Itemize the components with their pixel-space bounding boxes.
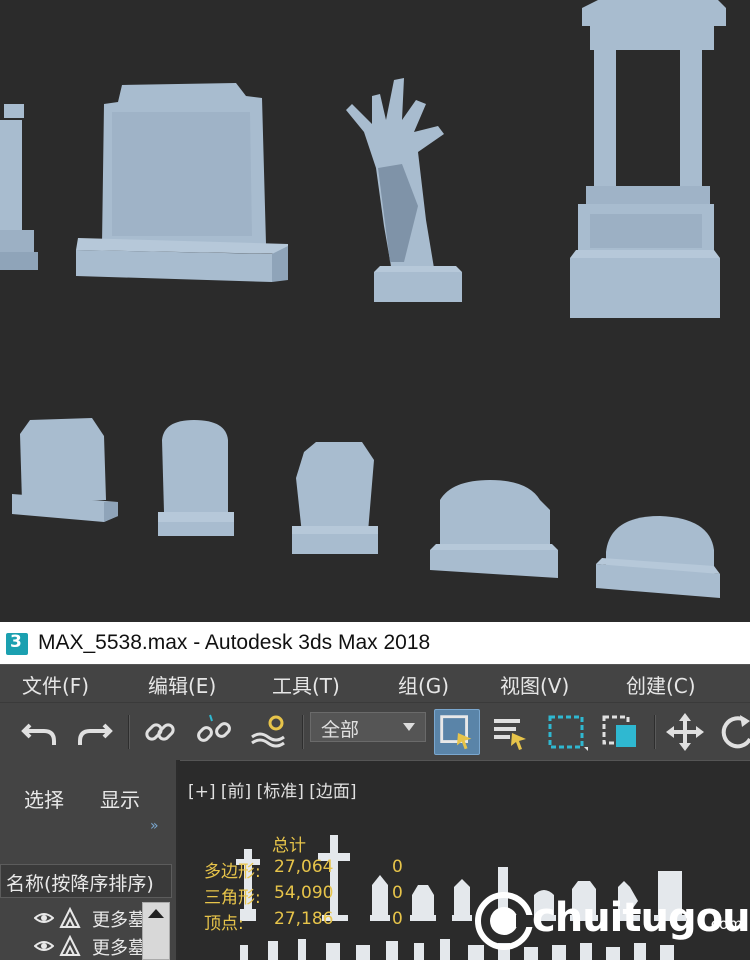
watermark-logo-icon — [475, 892, 534, 950]
tombstone-render — [0, 0, 726, 598]
teapot-object-icon — [59, 907, 81, 928]
list-item-label: 更多墓碑 — [92, 910, 142, 931]
stats-polygons-value: 27,064 — [274, 857, 334, 877]
scrollbar[interactable] — [142, 902, 170, 960]
move-icon[interactable] — [664, 711, 706, 753]
main-toolbar: 全部 — [0, 702, 750, 760]
eye-icon[interactable] — [34, 936, 54, 956]
zombie-hand-statue — [346, 78, 462, 302]
unlink-icon[interactable] — [194, 711, 236, 753]
stats-header: 总计 — [272, 836, 306, 856]
selection-filter-dropdown[interactable]: 全部 — [310, 712, 426, 742]
watermark: chuitugou .com — [468, 881, 750, 960]
tab-display[interactable]: 显示 — [100, 784, 140, 813]
front-viewport[interactable]: [+] [前] [标准] [边面] 总计 多边形: 27,064 0 三角形: … — [180, 760, 750, 960]
selection-filter-value: 全部 — [321, 719, 360, 741]
scroll-up-icon[interactable] — [148, 909, 164, 918]
stats-triangles-selected: 0 — [392, 883, 403, 903]
pillar-monument — [570, 0, 726, 318]
menu-tools[interactable]: 工具(T) — [272, 670, 340, 699]
bind-to-space-warp-icon[interactable] — [248, 711, 290, 753]
stats-vertices-label: 顶点: — [204, 914, 244, 934]
menu-views[interactable]: 视图(V) — [500, 670, 569, 699]
link-icon[interactable] — [140, 711, 182, 753]
large-tombstone — [76, 83, 288, 282]
expand-panel-icon[interactable]: » — [150, 818, 159, 834]
eye-icon[interactable] — [34, 908, 54, 928]
chevron-down-icon — [403, 723, 415, 731]
small-tombstone-2 — [158, 420, 234, 536]
small-tombstone-3 — [292, 442, 378, 554]
tab-select[interactable]: 选择 — [24, 784, 64, 813]
list-item-label: 更多墓碑 — [92, 938, 142, 959]
window-crossing-icon[interactable] — [600, 711, 642, 753]
stats-triangles-value: 54,090 — [274, 883, 334, 903]
stats-polygons-label: 多边形: — [204, 862, 261, 882]
small-tombstone-4 — [430, 480, 558, 578]
toolbar-separator — [654, 715, 656, 749]
menu-edit[interactable]: 编辑(E) — [148, 670, 216, 699]
small-tombstone-1 — [12, 418, 118, 522]
teapot-object-icon — [59, 935, 81, 956]
app-icon-number: 3 — [10, 632, 22, 652]
window-title: MAX_5538.max - Autodesk 3ds Max 2018 — [38, 631, 431, 654]
menu-create[interactable]: 创建(C) — [626, 670, 696, 699]
stats-vertices-value: 27,186 — [274, 909, 334, 929]
select-object-icon[interactable] — [434, 709, 480, 755]
rectangular-selection-region-icon[interactable] — [546, 711, 588, 753]
stats-polygons-selected: 0 — [392, 857, 403, 877]
toolbar-separator — [302, 715, 304, 749]
stats-triangles-label: 三角形: — [204, 888, 261, 908]
name-column-header-label: 名称(按降序排序) — [6, 873, 154, 895]
redo-icon[interactable] — [74, 711, 116, 753]
3dsmax-app-icon: 3 — [6, 631, 28, 655]
rotate-icon[interactable] — [718, 711, 750, 753]
stats-vertices-selected: 0 — [392, 909, 403, 929]
window-title-bar: 3 MAX_5538.max - Autodesk 3ds Max 2018 — [0, 622, 750, 664]
undo-icon[interactable] — [18, 711, 60, 753]
scene-explorer-panel: 选择 显示 » 名称(按降序排序) 更多墓碑 更多墓碑 — [0, 760, 178, 960]
render-preview — [0, 0, 750, 622]
partial-monument-left — [0, 104, 38, 270]
select-by-name-icon[interactable] — [490, 711, 532, 753]
watermark-suffix: .com — [706, 915, 743, 933]
toolbar-separator — [128, 715, 130, 749]
menu-bar: 文件(F) 编辑(E) 工具(T) 组(G) 视图(V) 创建(C) — [0, 664, 750, 702]
menu-group[interactable]: 组(G) — [398, 670, 449, 699]
menu-file[interactable]: 文件(F) — [22, 670, 89, 699]
name-column-header[interactable]: 名称(按降序排序) — [0, 864, 172, 898]
small-tombstone-5 — [596, 516, 720, 598]
